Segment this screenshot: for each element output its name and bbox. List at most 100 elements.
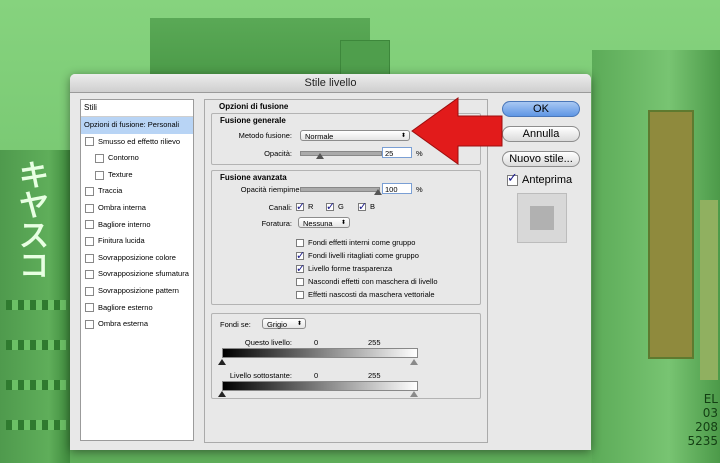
option-label: Nascondi effetti con maschera di livello [308, 277, 438, 286]
chevron-updown-icon: ⬍ [340, 220, 346, 226]
style-checkbox[interactable] [85, 319, 94, 329]
fill-opacity-slider[interactable] [300, 187, 380, 192]
option-label: Fondi livelli ritagliati come gruppo [308, 251, 419, 260]
triangle-icon[interactable] [316, 153, 324, 159]
left-sign-text: キヤスコ [19, 159, 49, 284]
checkbox-g[interactable] [326, 200, 335, 213]
style-item-label: Contorno [108, 153, 139, 163]
style-item[interactable]: Ombra esterna [81, 316, 193, 333]
building-top [150, 18, 370, 78]
window-row [6, 300, 66, 310]
style-checkbox[interactable] [85, 270, 94, 280]
option-row[interactable]: Fondi effetti interni come gruppo [296, 238, 415, 247]
option-checkbox[interactable] [296, 262, 305, 275]
chevron-updown-icon: ⬍ [296, 321, 302, 327]
style-item[interactable]: Texture [81, 167, 193, 184]
opacity-slider[interactable] [300, 151, 382, 156]
advanced-blending-title: Fusione avanzata [220, 173, 287, 182]
style-item[interactable]: Bagliore esterno [81, 300, 193, 317]
option-checkbox[interactable] [296, 249, 305, 262]
style-item[interactable]: Sovrapposizione colore [81, 250, 193, 267]
cancel-button[interactable]: Annulla [502, 126, 580, 142]
triangle-icon[interactable] [410, 359, 418, 365]
channel-g-label: G [338, 202, 344, 211]
option-label: Effetti nascosti da maschera vettoriale [308, 290, 435, 299]
style-checkbox[interactable] [85, 303, 94, 313]
layer-style-dialog: Stile livello Stili Opzioni di fusione: … [70, 74, 591, 450]
knockout-select[interactable]: Nessuna ⬍ [298, 217, 350, 228]
bottom-right-sign-text: EL 03 208 5235 [687, 392, 718, 448]
checkbox-r[interactable] [296, 200, 305, 213]
option-checkbox[interactable] [296, 277, 304, 286]
new-style-button[interactable]: Nuovo stile... [502, 151, 580, 167]
option-checkbox[interactable] [296, 238, 304, 247]
option-checkbox[interactable] [296, 290, 304, 299]
channel-r-label: R [308, 202, 314, 211]
blend-mode-label: Metodo fusione: [238, 131, 292, 140]
style-checkbox[interactable] [85, 187, 94, 197]
styles-list-header[interactable]: Stili [81, 100, 193, 117]
fill-opacity-input[interactable]: 100 [382, 183, 412, 194]
option-row[interactable]: Effetti nascosti da maschera vettoriale [296, 290, 435, 299]
ok-button[interactable]: OK [502, 101, 580, 117]
style-item[interactable]: Opzioni di fusione: Personali [81, 117, 193, 134]
style-checkbox[interactable] [85, 236, 94, 246]
style-item[interactable]: Contorno [81, 150, 193, 167]
preview-toggle[interactable]: Anteprima [507, 171, 572, 186]
triangle-icon[interactable] [218, 359, 226, 365]
underlying-max: 255 [368, 371, 381, 380]
blend-if-group: Fondi se: Grigio ⬍ Questo livello: 0 255… [211, 313, 481, 399]
channels-label: Canali: [268, 203, 292, 212]
window-row [6, 420, 66, 430]
style-item[interactable]: Smusso ed effetto rilievo [81, 134, 193, 151]
triangle-icon[interactable] [410, 391, 418, 397]
blend-mode-select[interactable]: Normale ⬍ [300, 130, 410, 141]
channel-g[interactable]: G [326, 200, 344, 213]
advanced-blending-group: Fusione avanzata Opacità riempimento: 10… [211, 170, 481, 305]
channel-r[interactable]: R [296, 200, 314, 213]
option-label: Fondi effetti interni come gruppo [308, 238, 416, 247]
option-row[interactable]: Nascondi effetti con maschera di livello [296, 277, 438, 286]
blend-if-select[interactable]: Grigio ⬍ [262, 318, 306, 329]
triangle-icon[interactable] [374, 189, 382, 195]
checkbox-b[interactable] [358, 200, 367, 213]
triangle-icon[interactable] [218, 391, 226, 397]
knockout-value: Nessuna [303, 219, 333, 228]
this-layer-min: 0 [314, 338, 319, 347]
preview-thumbnail [517, 193, 567, 243]
channel-b-label: B [370, 202, 376, 211]
style-item[interactable]: Traccia [81, 183, 193, 200]
style-checkbox[interactable] [85, 286, 94, 296]
panel-title: Opzioni di fusione [219, 102, 289, 111]
style-item[interactable]: Finitura lucida [81, 233, 193, 250]
style-checkbox[interactable] [85, 203, 94, 213]
opacity-label: Opacità: [264, 149, 292, 158]
style-item[interactable]: Ombra interna [81, 200, 193, 217]
red-arrow-icon [411, 97, 503, 165]
dialog-body: Stili Opzioni di fusione: Personali Smuss… [70, 93, 591, 450]
general-blending-title: Fusione generale [220, 116, 286, 125]
style-item-label: Bagliore interno [98, 219, 151, 229]
channel-b[interactable]: B [358, 200, 376, 213]
option-row[interactable]: Fondi livelli ritagliati come gruppo [296, 249, 419, 262]
style-item[interactable]: Sovrapposizione sfumatura [81, 266, 193, 283]
styles-items: Opzioni di fusione: Personali Smusso ed e… [81, 117, 193, 333]
underlying-gradient [222, 381, 418, 391]
style-item[interactable]: Bagliore interno [81, 217, 193, 234]
style-item[interactable]: Sovrapposizione pattern [81, 283, 193, 300]
style-checkbox[interactable] [95, 153, 104, 163]
this-layer-max: 255 [368, 338, 381, 347]
dialog-title[interactable]: Stile livello [70, 74, 591, 93]
style-checkbox[interactable] [95, 170, 104, 180]
knockout-label: Foratura: [261, 219, 292, 228]
style-checkbox[interactable] [85, 220, 94, 230]
style-checkbox[interactable] [85, 253, 94, 263]
underlying-min: 0 [314, 371, 319, 380]
window-row [6, 380, 66, 390]
style-item-label: Texture [108, 169, 133, 179]
style-item-label: Opzioni di fusione: Personali [84, 120, 180, 129]
preview-checkbox[interactable] [507, 171, 518, 186]
blend-mode-value: Normale [305, 132, 334, 141]
option-row[interactable]: Livello forme trasparenza [296, 262, 392, 275]
style-checkbox[interactable] [85, 137, 94, 147]
